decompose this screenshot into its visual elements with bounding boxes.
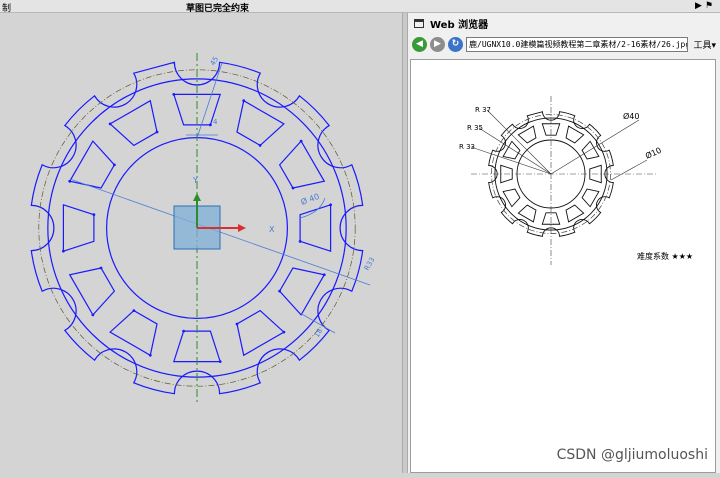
difficulty-label: 难度系数 ★★★ — [637, 251, 693, 261]
vertex-point — [108, 122, 112, 126]
watermark: CSDN @gljiumoluoshi — [556, 447, 708, 463]
pin-icon[interactable]: ▶ — [695, 1, 705, 11]
refresh-icon[interactable]: ↻ — [448, 36, 463, 52]
y-arrow-head — [193, 193, 201, 201]
window-icon — [414, 18, 424, 28]
vertex-point — [282, 330, 286, 334]
vertex-point — [172, 92, 176, 96]
dia10-leader — [610, 159, 648, 181]
vertex-point — [155, 130, 159, 134]
browser-title: Web 浏览器 — [430, 19, 489, 31]
r35-leader — [478, 127, 552, 175]
x-axis-label: X — [269, 225, 275, 234]
slot-outline — [299, 203, 332, 253]
forward-arrow-icon[interactable]: ▶ — [430, 36, 445, 52]
vertex-point — [242, 99, 246, 103]
browser-content: R 37 R 35 R 33 Ø40 Ø10 难度系数 ★★★ — [410, 59, 716, 473]
slot-outline — [62, 203, 95, 253]
vertex-point — [182, 329, 186, 333]
label-dia40: Ø40 — [623, 111, 639, 121]
dim-diameter[interactable]: Ø 40 — [299, 191, 320, 207]
topbar-icons: ▶⚑ — [695, 1, 716, 11]
dim-bottom[interactable]: 18 — [313, 327, 324, 339]
dia40-leader — [550, 119, 640, 175]
vertex-point — [91, 313, 95, 317]
label-r35: R 35 — [467, 124, 483, 132]
top-bar: 制 草图已完全约束 ▶⚑ — [0, 0, 720, 14]
browser-toolbar: ◀ ▶ ↻ 鹿/UGNX10.0建模篇视频教程第二章素材/2-16素材/26.j… — [408, 33, 720, 55]
reference-drawing: R 37 R 35 R 33 Ø40 Ø10 难度系数 ★★★ — [459, 96, 693, 265]
vertex-point — [258, 143, 262, 147]
vertex-point — [291, 186, 295, 190]
label-r33: R 33 — [459, 143, 475, 151]
label-r37: R 37 — [475, 106, 491, 114]
vertex-point — [92, 213, 96, 217]
vertex-point — [278, 289, 282, 293]
flag-icon[interactable]: ⚑ — [705, 1, 716, 11]
sketch-drawing[interactable]: 45 4 Ø 40 R33 18 X Y — [0, 13, 402, 473]
r37-leader — [486, 109, 552, 175]
drawing-geometry — [470, 96, 657, 265]
web-browser-panel: Web 浏览器 ◀ ▶ ↻ 鹿/UGNX10.0建模篇视频教程第二章素材/2-1… — [408, 13, 720, 473]
vertex-point — [132, 309, 136, 313]
back-arrow-icon[interactable]: ◀ — [412, 36, 427, 52]
sketch-canvas[interactable]: 45 4 Ø 40 R33 18 X Y — [0, 13, 402, 473]
vertex-point — [235, 322, 239, 326]
label-dia10: Ø10 — [644, 145, 663, 161]
vertex-point — [218, 360, 222, 364]
x-arrow-head — [238, 224, 246, 232]
vertex-point — [322, 273, 326, 277]
tools-menu[interactable]: 工具▾ — [691, 38, 716, 51]
vertex-point — [61, 249, 65, 253]
dim-width[interactable]: 4 — [213, 118, 218, 126]
r33-leader — [470, 146, 552, 175]
dim-radius[interactable]: R33 — [363, 256, 377, 272]
vertex-point — [299, 139, 303, 143]
vertex-point — [68, 179, 72, 183]
y-axis-label: Y — [192, 176, 198, 185]
browser-titlebar: Web 浏览器 — [408, 13, 720, 33]
vertex-point — [298, 239, 302, 243]
vertex-point — [208, 123, 212, 127]
vertex-point — [148, 353, 152, 357]
url-input[interactable]: 鹿/UGNX10.0建模篇视频教程第二章素材/2-16素材/26.jpg — [466, 36, 689, 52]
dim-top-right[interactable]: 45 — [209, 55, 220, 67]
vertex-point — [112, 163, 116, 167]
vertex-point — [99, 266, 103, 270]
vertex-point — [329, 203, 333, 207]
